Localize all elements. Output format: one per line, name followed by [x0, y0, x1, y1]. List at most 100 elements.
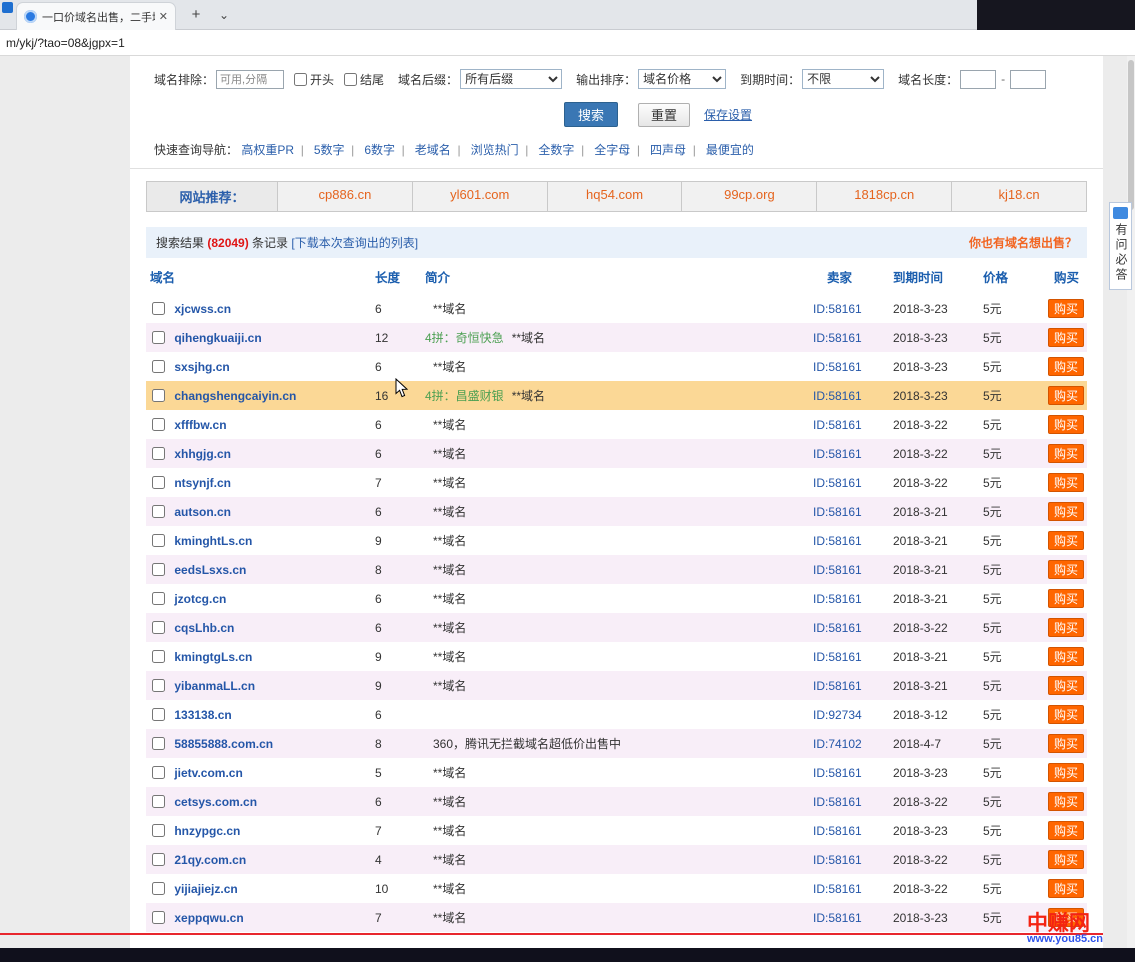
- row-checkbox[interactable]: [152, 302, 165, 315]
- recommend-site-link[interactable]: kj18.cn: [951, 181, 1087, 212]
- recommend-site-link[interactable]: yl601.com: [412, 181, 548, 212]
- buy-button[interactable]: 购买: [1048, 560, 1084, 579]
- buy-button[interactable]: 购买: [1048, 734, 1084, 753]
- domain-link[interactable]: cqsLhb.cn: [174, 621, 234, 635]
- buy-button[interactable]: 购买: [1048, 792, 1084, 811]
- seller-link[interactable]: ID:58161: [813, 679, 862, 693]
- recommend-site-link[interactable]: 1818cp.cn: [816, 181, 952, 212]
- recommend-site-link[interactable]: hq54.com: [547, 181, 683, 212]
- row-checkbox[interactable]: [152, 737, 165, 750]
- quick-nav-item-6digit[interactable]: 6数字: [364, 143, 411, 157]
- suffix-checkbox[interactable]: [344, 73, 357, 86]
- row-checkbox[interactable]: [152, 708, 165, 721]
- domain-link[interactable]: xjcwss.cn: [174, 302, 231, 316]
- page-scrollbar[interactable]: [1127, 56, 1135, 948]
- tabs-dropdown-icon[interactable]: ⌄: [214, 6, 234, 26]
- row-checkbox[interactable]: [152, 650, 165, 663]
- seller-link[interactable]: ID:92734: [813, 708, 862, 722]
- domain-link[interactable]: xeppqwu.cn: [174, 911, 243, 925]
- seller-link[interactable]: ID:58161: [813, 650, 862, 664]
- domain-link[interactable]: 21qy.com.cn: [174, 853, 246, 867]
- domain-link[interactable]: 58855888.com.cn: [174, 737, 273, 751]
- length-max-input[interactable]: [1010, 70, 1046, 89]
- row-checkbox[interactable]: [152, 534, 165, 547]
- domain-link[interactable]: xhhgjg.cn: [174, 447, 231, 461]
- address-bar[interactable]: m/ykj/?tao=08&jgpx=1: [0, 30, 1135, 56]
- row-checkbox[interactable]: [152, 824, 165, 837]
- seller-link[interactable]: ID:58161: [813, 476, 862, 490]
- domain-link[interactable]: ntsynjf.cn: [174, 476, 231, 490]
- seller-link[interactable]: ID:74102: [813, 737, 862, 751]
- seller-link[interactable]: ID:58161: [813, 447, 862, 461]
- row-checkbox[interactable]: [152, 360, 165, 373]
- buy-button[interactable]: 购买: [1048, 589, 1084, 608]
- reset-button[interactable]: 重置: [638, 103, 690, 127]
- domain-link[interactable]: xfffbw.cn: [174, 418, 226, 432]
- domain-link[interactable]: yijiajiejz.cn: [174, 882, 237, 896]
- suffix-select[interactable]: 所有后缀: [460, 69, 562, 89]
- row-checkbox[interactable]: [152, 592, 165, 605]
- row-checkbox[interactable]: [152, 911, 165, 924]
- domain-link[interactable]: hnzypgc.cn: [174, 824, 240, 838]
- buy-button[interactable]: 购买: [1048, 705, 1084, 724]
- seller-link[interactable]: ID:58161: [813, 853, 862, 867]
- seller-link[interactable]: ID:58161: [813, 824, 862, 838]
- exclude-input[interactable]: [216, 70, 284, 89]
- domain-link[interactable]: autson.cn: [174, 505, 231, 519]
- new-tab-button[interactable]: +: [186, 6, 206, 26]
- domain-link[interactable]: eedsLsxs.cn: [174, 563, 246, 577]
- row-checkbox[interactable]: [152, 853, 165, 866]
- seller-link[interactable]: ID:58161: [813, 389, 862, 403]
- sell-domain-link[interactable]: 你也有域名想出售？: [969, 234, 1077, 251]
- row-checkbox[interactable]: [152, 882, 165, 895]
- scrollbar-thumb[interactable]: [1128, 60, 1134, 210]
- buy-button[interactable]: 购买: [1048, 444, 1084, 463]
- buy-button[interactable]: 购买: [1048, 357, 1084, 376]
- tab-close-icon[interactable]: ✕: [159, 10, 168, 23]
- browser-tab[interactable]: 一口价域名出售，二手域 ✕: [16, 2, 176, 30]
- quick-nav-item-pr[interactable]: 高权重PR: [241, 143, 310, 157]
- quick-nav-item-hot[interactable]: 浏览热门: [471, 143, 535, 157]
- quick-nav-item-cheapest[interactable]: 最便宜的: [706, 143, 754, 157]
- seller-link[interactable]: ID:58161: [813, 302, 862, 316]
- buy-button[interactable]: 购买: [1048, 618, 1084, 637]
- buy-button[interactable]: 购买: [1048, 386, 1084, 405]
- row-checkbox[interactable]: [152, 621, 165, 634]
- buy-button[interactable]: 购买: [1048, 763, 1084, 782]
- sort-select[interactable]: 域名价格: [638, 69, 726, 89]
- domain-link[interactable]: 133138.cn: [174, 708, 231, 722]
- download-list-link[interactable]: [下载本次查询出的列表]: [291, 236, 418, 250]
- expiry-select[interactable]: 不限: [802, 69, 884, 89]
- quick-nav-item-allletter[interactable]: 全字母: [594, 143, 646, 157]
- seller-link[interactable]: ID:58161: [813, 331, 862, 345]
- buy-button[interactable]: 购买: [1048, 850, 1084, 869]
- buy-button[interactable]: 购买: [1048, 879, 1084, 898]
- row-checkbox[interactable]: [152, 418, 165, 431]
- buy-button[interactable]: 购买: [1048, 415, 1084, 434]
- domain-link[interactable]: changshengcaiyin.cn: [174, 389, 296, 403]
- domain-link[interactable]: kmingtgLs.cn: [174, 650, 252, 664]
- seller-link[interactable]: ID:58161: [813, 360, 862, 374]
- length-min-input[interactable]: [960, 70, 996, 89]
- prefix-checkbox[interactable]: [294, 73, 307, 86]
- seller-link[interactable]: ID:58161: [813, 766, 862, 780]
- domain-link[interactable]: cetsys.com.cn: [174, 795, 257, 809]
- row-checkbox[interactable]: [152, 679, 165, 692]
- domain-link[interactable]: jzotcg.cn: [174, 592, 226, 606]
- recommend-site-link[interactable]: 99cp.org: [681, 181, 817, 212]
- buy-button[interactable]: 购买: [1048, 821, 1084, 840]
- domain-link[interactable]: qihengkuaiji.cn: [174, 331, 261, 345]
- quick-nav-item-5digit[interactable]: 5数字: [314, 143, 361, 157]
- row-checkbox[interactable]: [152, 766, 165, 779]
- buy-button[interactable]: 购买: [1048, 473, 1084, 492]
- buy-button[interactable]: 购买: [1048, 502, 1084, 521]
- quick-nav-item-4initial[interactable]: 四声母: [650, 143, 702, 157]
- row-checkbox[interactable]: [152, 795, 165, 808]
- seller-link[interactable]: ID:58161: [813, 534, 862, 548]
- row-checkbox[interactable]: [152, 389, 165, 402]
- buy-button[interactable]: 购买: [1048, 647, 1084, 666]
- row-checkbox[interactable]: [152, 563, 165, 576]
- row-checkbox[interactable]: [152, 331, 165, 344]
- search-button[interactable]: 搜索: [564, 102, 618, 127]
- row-checkbox[interactable]: [152, 505, 165, 518]
